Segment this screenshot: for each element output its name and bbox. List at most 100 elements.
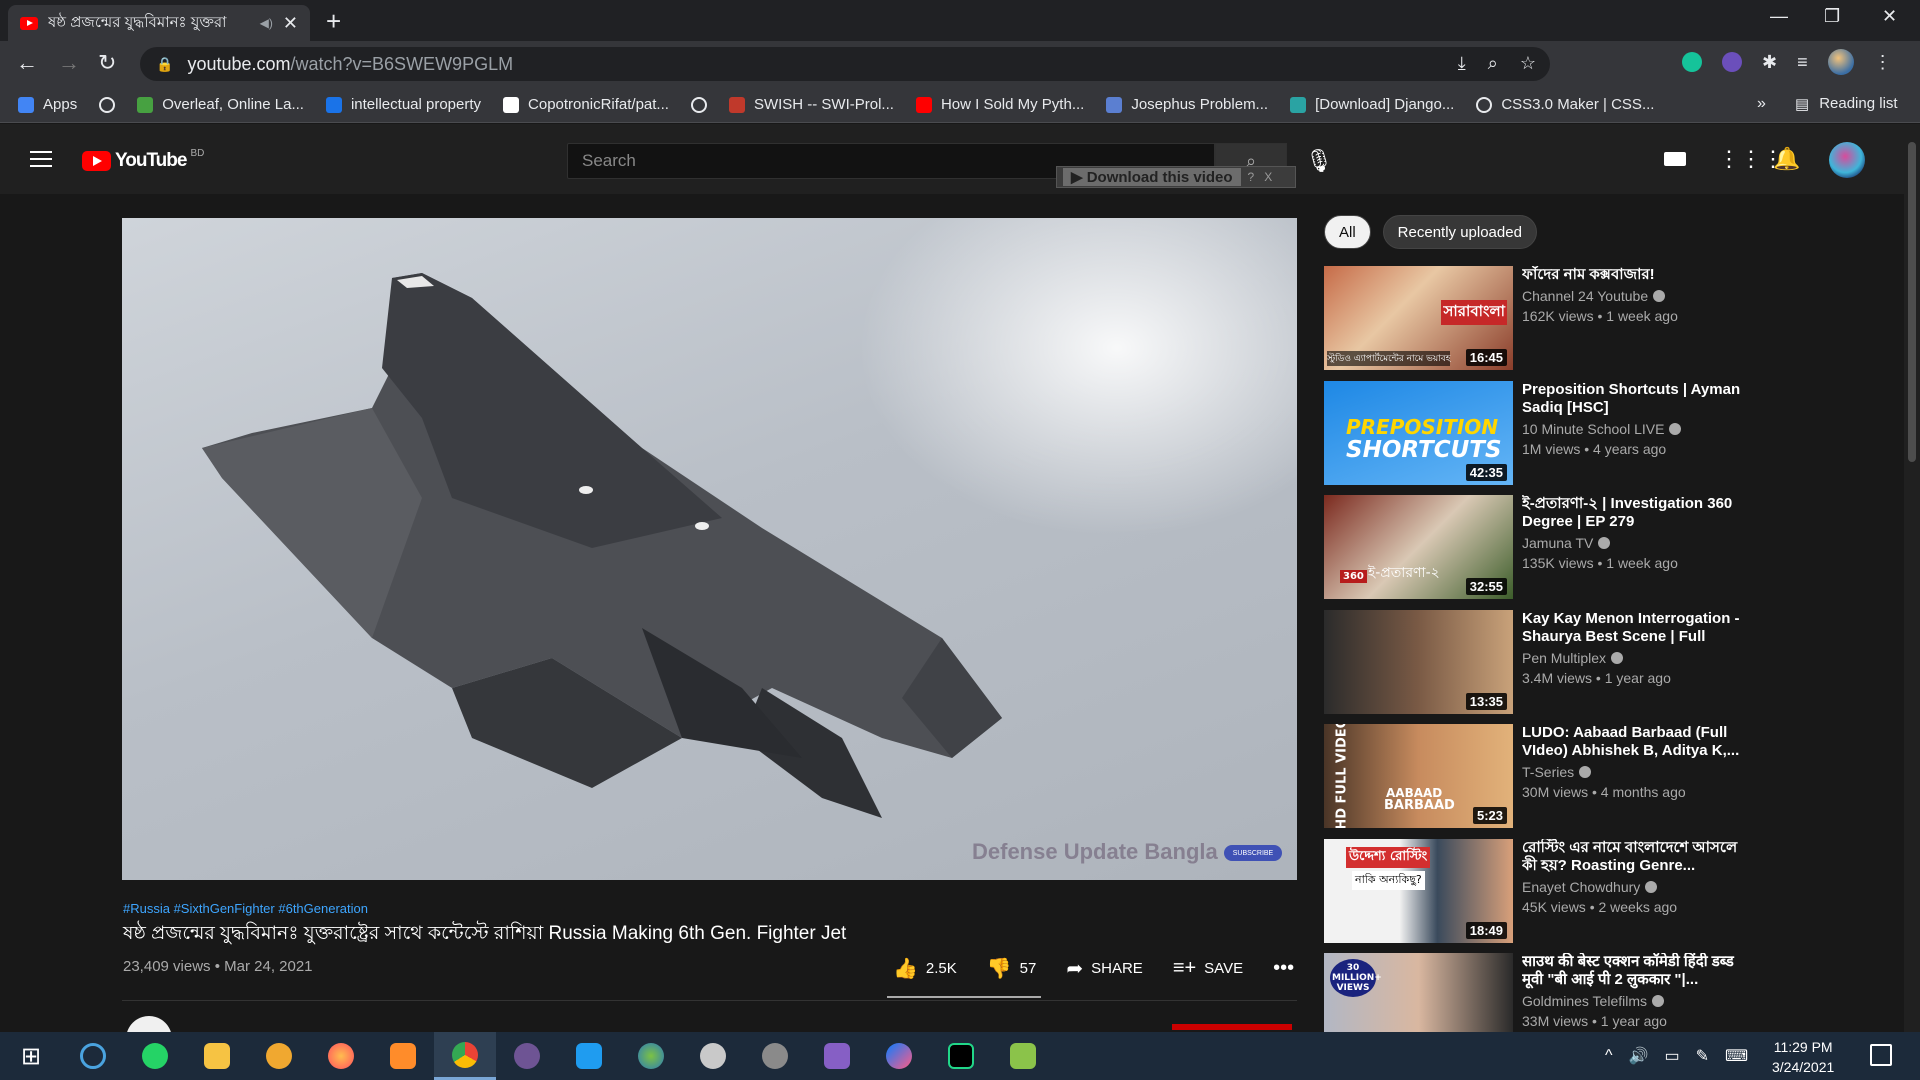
- taskbar-github[interactable]: [496, 1032, 558, 1080]
- keyboard-icon[interactable]: ⌨: [1725, 1046, 1748, 1066]
- account-avatar[interactable]: [1829, 142, 1865, 178]
- taskbar-vscode[interactable]: [558, 1032, 620, 1080]
- recommendation-title[interactable]: রোস্টিং এর নামে বাংলাদেশে আসলে কী হয়? R…: [1522, 839, 1754, 875]
- lock-icon[interactable]: 🔒: [156, 56, 173, 73]
- recommendation-title[interactable]: Preposition Shortcuts | Ayman Sadiq [HSC…: [1522, 381, 1754, 417]
- taskbar-visual-studio[interactable]: [806, 1032, 868, 1080]
- recommendation-channel[interactable]: T-Series: [1522, 764, 1592, 780]
- zoom-icon[interactable]: ⌕: [1488, 53, 1498, 74]
- new-tab-button[interactable]: +: [326, 6, 341, 37]
- download-help-icon[interactable]: ?: [1245, 170, 1258, 184]
- grammarly-extension-icon[interactable]: [1682, 52, 1702, 72]
- browser-tab-active[interactable]: ষষ্ঠ প্রজন্মের যুদ্ধবিমানঃ যুক্তরা ◀) ✕: [8, 5, 310, 41]
- filter-chip[interactable]: All: [1324, 215, 1371, 249]
- recommendation-item[interactable]: 16:45 সারাবাংলা স্টুডিও এ্যাপার্টমেন্টের ন…: [1324, 266, 1754, 370]
- taskbar-app-10[interactable]: [620, 1032, 682, 1080]
- restore-window-icon[interactable]: ❐: [1824, 6, 1840, 27]
- video-thumbnail[interactable]: 18:49 উদ্দেশ্য রোস্টিং নাকি অন্যকিছু?: [1324, 838, 1513, 943]
- bookmark-item[interactable]: Josephus Problem...: [1106, 96, 1268, 113]
- recommendation-channel[interactable]: 10 Minute School LIVE: [1522, 421, 1682, 437]
- recommendation-channel[interactable]: Enayet Chowdhury: [1522, 879, 1658, 895]
- scrollbar-thumb[interactable]: [1908, 142, 1916, 462]
- recommendation-title[interactable]: Kay Kay Menon Interrogation - Shaurya Be…: [1522, 610, 1754, 648]
- pen-icon[interactable]: ✎: [1696, 1046, 1709, 1066]
- recommendation-title[interactable]: साउथ की बेस्ट एक्शन कॉमेडी हिंदी डब्ड मू…: [1522, 953, 1754, 989]
- forward-arrow-icon[interactable]: →: [58, 50, 80, 76]
- recommendation-item[interactable]: 13:35 Kay Kay Menon Interrogation - Shaur…: [1324, 609, 1754, 714]
- video-thumbnail[interactable]: 13:35: [1324, 609, 1513, 714]
- taskbar-whatsapp[interactable]: [124, 1032, 186, 1080]
- taskbar-app-4[interactable]: [248, 1032, 310, 1080]
- bookmark-star-icon[interactable]: ☆: [1520, 53, 1536, 74]
- network-icon[interactable]: ▭: [1664, 1046, 1679, 1066]
- watermark-subscribe-badge[interactable]: SUBSCRIBE: [1224, 845, 1282, 861]
- video-player[interactable]: Defense Update Bangla SUBSCRIBE: [122, 218, 1297, 880]
- recommendation-item[interactable]: 18:49 উদ্দেশ্য রোস্টিং নাকি অন্যকিছু? রোস্ট…: [1324, 838, 1754, 943]
- media-queue-icon[interactable]: ≡: [1797, 52, 1808, 73]
- taskbar-messenger[interactable]: [868, 1032, 930, 1080]
- recommendation-channel[interactable]: Pen Multiplex: [1522, 650, 1624, 666]
- share-button[interactable]: ➦ SHARE: [1066, 956, 1142, 981]
- bookmark-item[interactable]: Overleaf, Online La...: [137, 96, 304, 113]
- youtube-logo[interactable]: YouTube BD: [82, 148, 204, 172]
- bookmark-item[interactable]: intellectual property: [325, 96, 481, 113]
- reload-icon[interactable]: ↻: [98, 50, 116, 76]
- taskbar-app-6[interactable]: [372, 1032, 434, 1080]
- bookmark-item[interactable]: CopotronicRifat/pat...: [503, 96, 669, 113]
- hamburger-menu-icon[interactable]: [30, 151, 52, 167]
- notifications-icon[interactable]: [1870, 1044, 1892, 1066]
- tray-chevron-icon[interactable]: ^: [1605, 1047, 1613, 1065]
- video-thumbnail[interactable]: 32:55 360 ই-প্রতারণা-২: [1324, 495, 1513, 599]
- extension-icon[interactable]: [1722, 52, 1742, 72]
- profile-avatar[interactable]: [1827, 49, 1854, 75]
- back-arrow-icon[interactable]: ←: [16, 50, 38, 76]
- download-video-button[interactable]: ▶ Download this video: [1063, 168, 1241, 186]
- install-app-icon[interactable]: ⤓: [1458, 53, 1466, 74]
- recommendation-title[interactable]: ই-প্রতারণা-২ | Investigation 360 Degree …: [1522, 495, 1754, 531]
- taskbar-app-16[interactable]: [992, 1032, 1054, 1080]
- recommendation-channel[interactable]: Jamuna TV: [1522, 535, 1611, 551]
- browser-menu-icon[interactable]: ⋮: [1874, 52, 1892, 73]
- notifications-bell-icon[interactable]: 🔔: [1773, 146, 1800, 172]
- video-thumbnail[interactable]: 16:45 সারাবাংলা স্টুডিও এ্যাপার্টমেন্টের ন…: [1324, 266, 1513, 370]
- video-thumbnail[interactable]: 42:35 PREPOSITION SHORTCUTS: [1324, 380, 1513, 485]
- bookmark-item[interactable]: [690, 96, 707, 113]
- recommendation-channel[interactable]: Goldmines Telefilms: [1522, 993, 1665, 1009]
- taskbar-app-1[interactable]: [62, 1032, 124, 1080]
- taskbar-pycharm[interactable]: [930, 1032, 992, 1080]
- bookmark-item[interactable]: How I Sold My Pyth...: [915, 96, 1084, 113]
- recommendation-title[interactable]: LUDO: Aabaad Barbaad (Full VIdeo) Abhish…: [1522, 724, 1754, 760]
- bookmark-item[interactable]: [Download] Django...: [1290, 96, 1454, 113]
- speaker-icon[interactable]: ◀): [260, 16, 273, 30]
- download-close-icon[interactable]: X: [1261, 170, 1275, 184]
- bookmark-item[interactable]: SWISH -- SWI-Prol...: [728, 96, 894, 113]
- dislike-button[interactable]: 👎 57: [987, 956, 1037, 981]
- reading-list-button[interactable]: ▤ Reading list: [1795, 95, 1898, 113]
- puzzle-extensions-icon[interactable]: ✱: [1762, 52, 1777, 73]
- address-bar[interactable]: 🔒 youtube.com/watch?v=B6SWEW9PGLM ⤓ ⌕ ☆: [140, 47, 1550, 81]
- bookmark-item[interactable]: CSS3.0 Maker | CSS...: [1476, 96, 1654, 113]
- taskbar-clock[interactable]: 11:29 PM 3/24/2021: [1772, 1037, 1834, 1077]
- bookmark-item[interactable]: Apps: [18, 96, 77, 113]
- minimize-window-icon[interactable]: —: [1770, 6, 1788, 27]
- bookmarks-overflow-chevron-icon[interactable]: »: [1757, 95, 1766, 113]
- taskbar-firefox[interactable]: [310, 1032, 372, 1080]
- bookmark-item[interactable]: [99, 96, 116, 113]
- recommendation-item[interactable]: 5:23 HD FULL VIDEO AABAAD BARBAAD LUDO: Aaba…: [1324, 724, 1754, 828]
- video-thumbnail[interactable]: 5:23 HD FULL VIDEO AABAAD BARBAAD: [1324, 724, 1513, 828]
- volume-icon[interactable]: 🔊: [1629, 1046, 1649, 1066]
- close-tab-icon[interactable]: ✕: [283, 13, 298, 34]
- recommendation-channel[interactable]: Channel 24 Youtube: [1522, 288, 1666, 304]
- recommendation-item[interactable]: 32:55 360 ই-প্রতারণা-২ ই-প্রতারণা-২ | Inves…: [1324, 495, 1754, 599]
- page-scrollbar[interactable]: [1904, 124, 1920, 1032]
- start-button[interactable]: ⊞: [0, 1032, 62, 1080]
- taskbar-chrome[interactable]: [434, 1032, 496, 1080]
- taskbar-file-explorer[interactable]: [186, 1032, 248, 1080]
- taskbar-app-12[interactable]: [744, 1032, 806, 1080]
- like-button[interactable]: 👍 2.5K: [893, 956, 957, 981]
- close-window-icon[interactable]: ✕: [1882, 6, 1897, 27]
- more-actions-button[interactable]: •••: [1273, 957, 1294, 980]
- video-hashtags[interactable]: #Russia #SixthGenFighter #6thGeneration: [123, 901, 368, 916]
- create-video-icon[interactable]: [1664, 152, 1686, 166]
- subscribe-button[interactable]: [1172, 1024, 1292, 1030]
